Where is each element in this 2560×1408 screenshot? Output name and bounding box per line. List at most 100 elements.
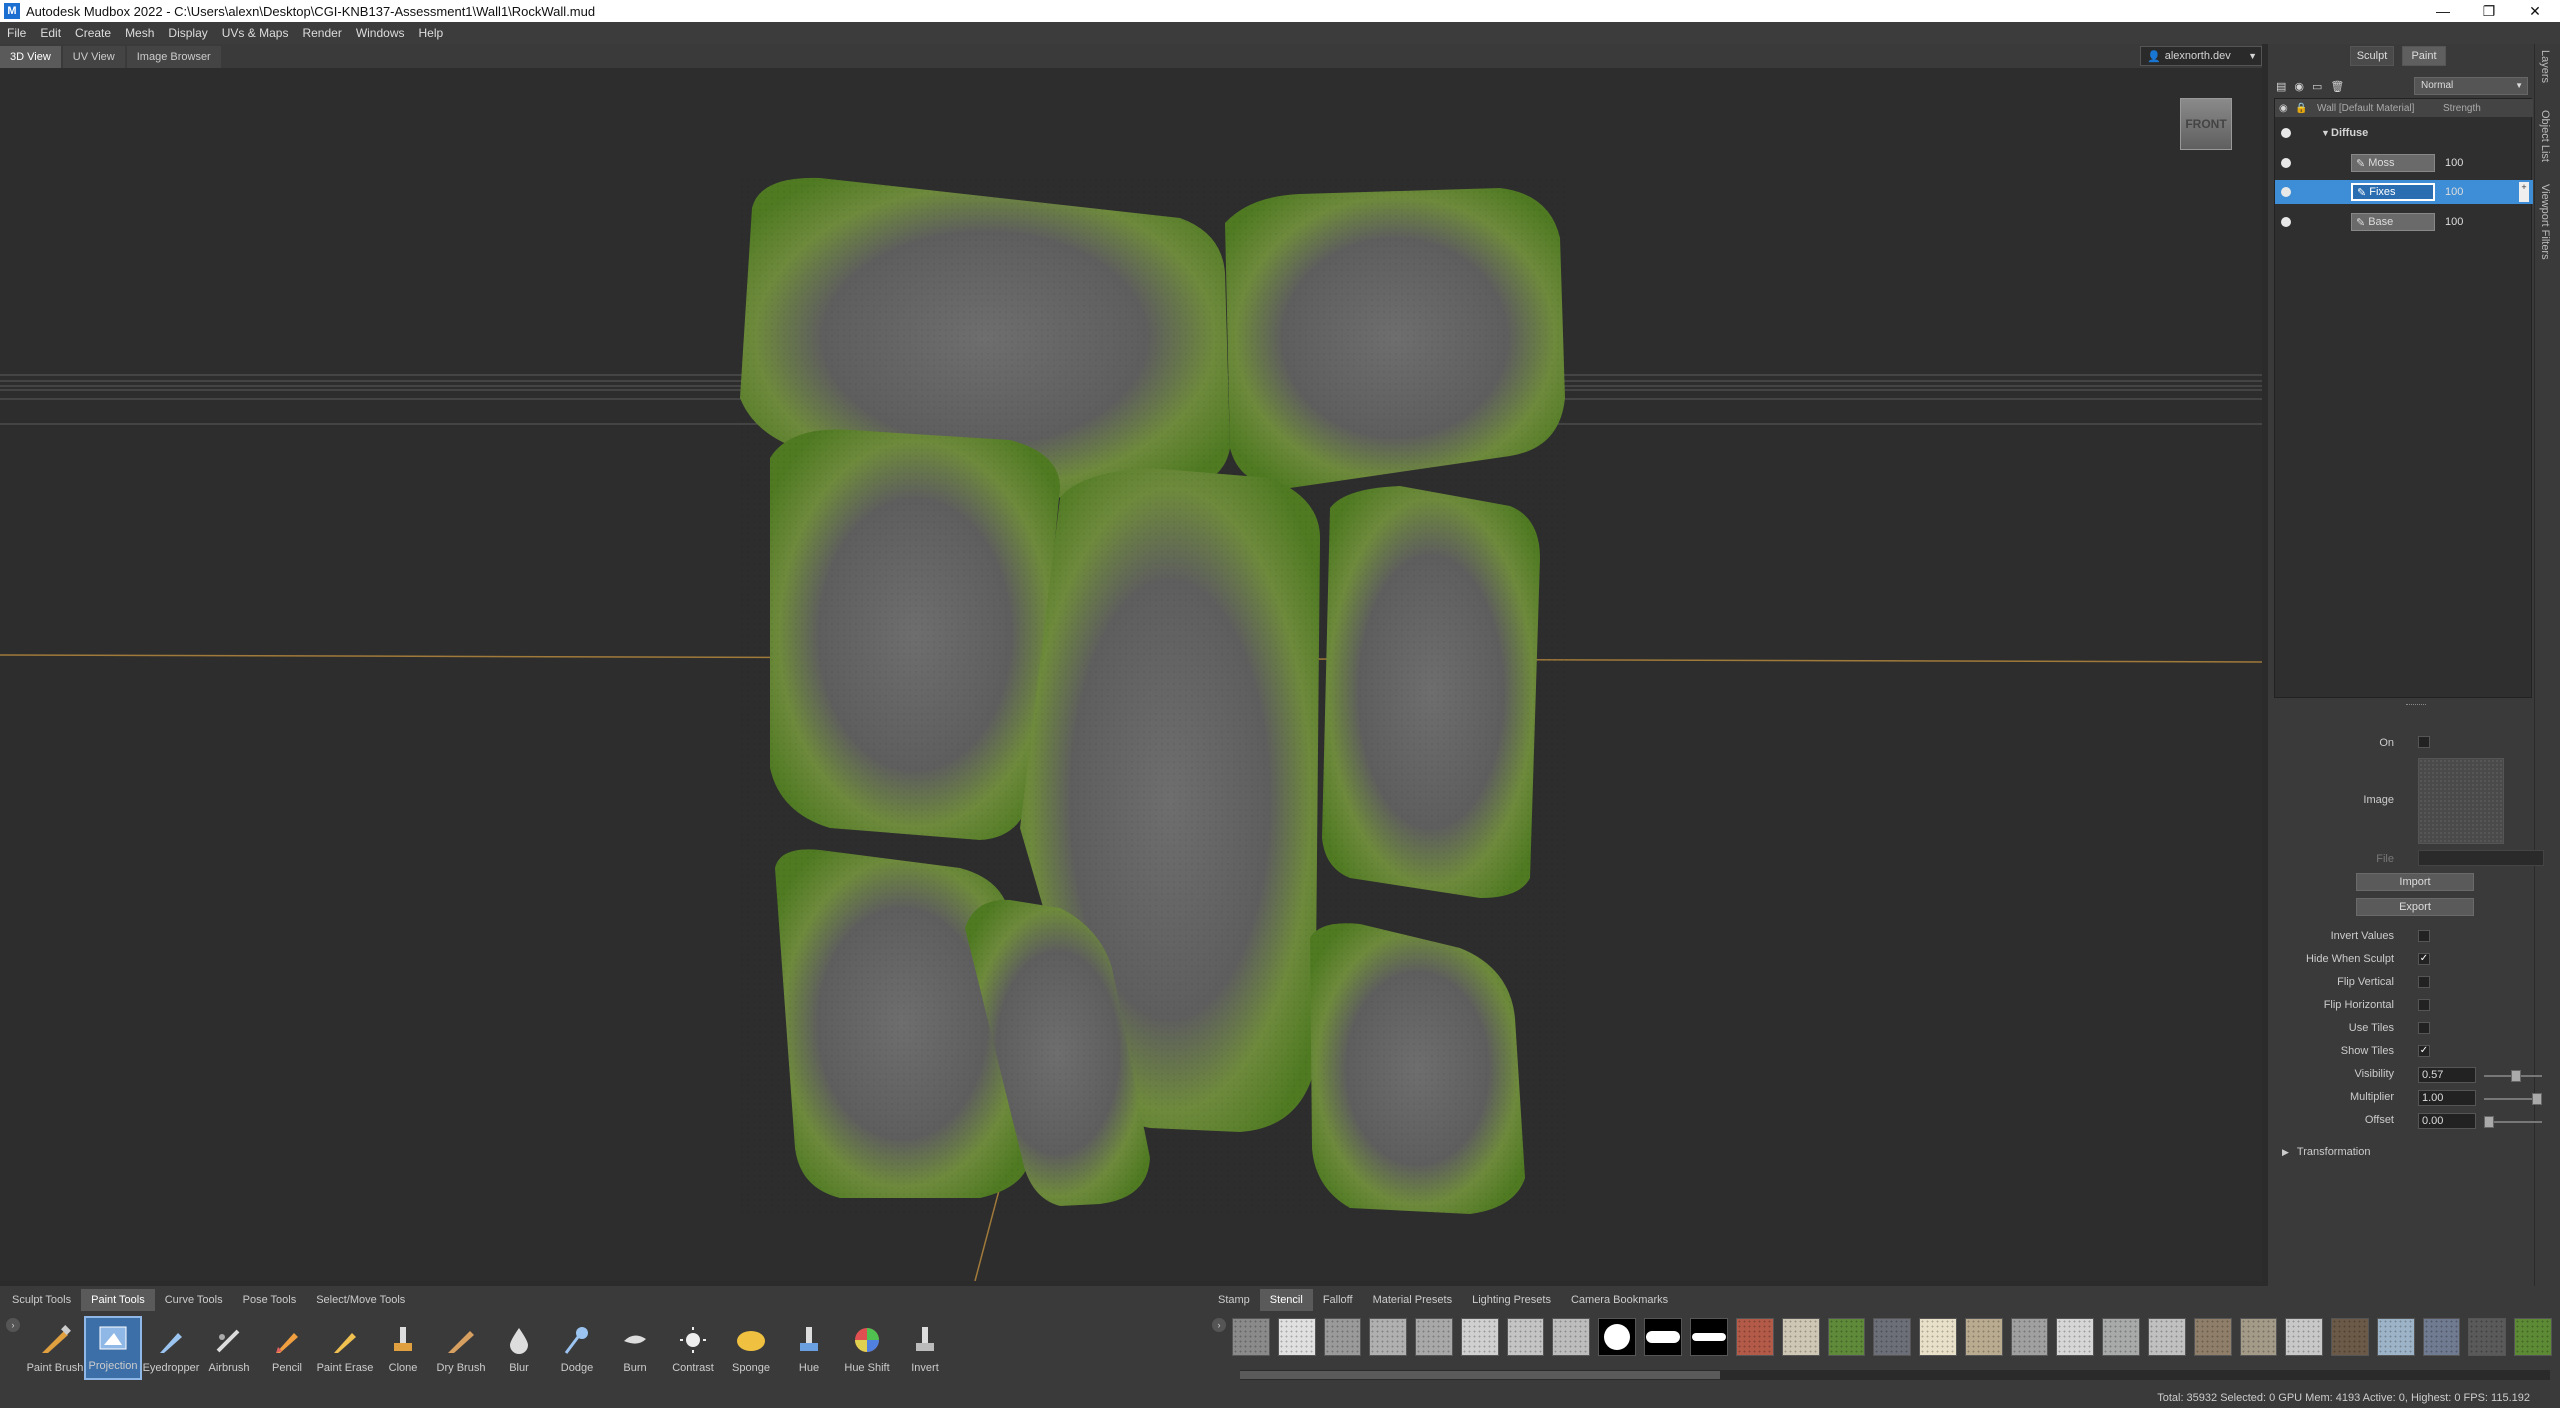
tab-material-presets[interactable]: Material Presets xyxy=(1363,1289,1462,1311)
close-icon[interactable]: ✕ xyxy=(2512,0,2558,22)
tool-hue[interactable]: Hue xyxy=(780,1316,838,1380)
menu-uvs-maps[interactable]: UVs & Maps xyxy=(215,26,296,40)
stencil-image-thumbnail[interactable] xyxy=(2418,758,2504,844)
stencil-swatch[interactable] xyxy=(2422,1318,2461,1356)
layer-strength[interactable]: 100 xyxy=(2445,186,2463,198)
slider-handle[interactable] xyxy=(2532,1093,2542,1105)
tool-burn[interactable]: Burn xyxy=(606,1316,664,1380)
tool-dry-brush[interactable]: Dry Brush xyxy=(432,1316,490,1380)
tool-contrast[interactable]: Contrast xyxy=(664,1316,722,1380)
side-tab-layers[interactable]: Layers xyxy=(2539,50,2551,83)
tab-paint-tools[interactable]: Paint Tools xyxy=(81,1289,155,1311)
tool-projection[interactable]: Projection xyxy=(84,1316,142,1380)
layer-row[interactable]: ✎ Base 100 xyxy=(2275,210,2533,234)
stencil-swatch[interactable] xyxy=(2193,1318,2232,1356)
tool-dodge[interactable]: Dodge xyxy=(548,1316,606,1380)
minimize-icon[interactable]: — xyxy=(2420,0,2466,22)
flip-horizontal-checkbox[interactable] xyxy=(2418,999,2430,1011)
visibility-dot-icon[interactable] xyxy=(2281,158,2291,168)
export-button[interactable]: Export xyxy=(2356,898,2474,916)
visibility-field[interactable]: 0.57 xyxy=(2418,1067,2476,1083)
visibility-icon[interactable]: ◉ xyxy=(2294,80,2304,93)
blend-mode-dropdown[interactable]: Normal ▼ xyxy=(2414,77,2528,95)
side-tab-object-list[interactable]: Object List xyxy=(2539,110,2551,162)
stencil-swatch[interactable] xyxy=(1277,1318,1316,1356)
menu-edit[interactable]: Edit xyxy=(33,26,68,40)
stencil-swatch[interactable] xyxy=(2010,1318,2049,1356)
stencil-swatch[interactable] xyxy=(2148,1318,2186,1356)
transformation-section[interactable]: ▶ Transformation xyxy=(2282,1146,2370,1158)
stencil-swatch[interactable] xyxy=(1232,1318,1270,1356)
tab-lighting-presets[interactable]: Lighting Presets xyxy=(1462,1289,1561,1311)
tab-falloff[interactable]: Falloff xyxy=(1313,1289,1363,1311)
tab-uv-view[interactable]: UV View xyxy=(62,46,125,68)
scrollbar-thumb[interactable] xyxy=(1240,1371,1720,1379)
tool-sponge[interactable]: Sponge xyxy=(722,1316,780,1380)
slider-handle[interactable] xyxy=(2511,1070,2522,1082)
tab-stencil[interactable]: Stencil xyxy=(1259,1289,1313,1311)
multiplier-slider[interactable] xyxy=(2484,1093,2542,1105)
menu-create[interactable]: Create xyxy=(68,26,118,40)
file-field[interactable] xyxy=(2418,850,2544,866)
group-expand-icon[interactable]: ▼ xyxy=(2321,128,2330,138)
tool-eyedropper[interactable]: Eyedropper xyxy=(142,1316,200,1380)
menu-file[interactable]: File xyxy=(0,26,33,40)
tool-paint-erase[interactable]: Paint Erase xyxy=(316,1316,374,1380)
layer-chip[interactable]: ✎ Base xyxy=(2351,213,2435,231)
stencil-swatch[interactable] xyxy=(1552,1318,1591,1356)
layer-scroll-icon[interactable]: + xyxy=(2519,182,2529,202)
tool-airbrush[interactable]: Airbrush xyxy=(200,1316,258,1380)
user-account-dropdown[interactable]: 👤 alexnorth.dev ▼ xyxy=(2140,46,2262,66)
stencil-swatch[interactable] xyxy=(2239,1318,2278,1356)
tray-scroll-left-icon[interactable]: › xyxy=(1212,1318,1226,1332)
layer-chip[interactable]: ✎ Fixes xyxy=(2351,183,2435,201)
tab-sculpt[interactable]: Sculpt xyxy=(2350,46,2394,66)
visibility-dot-icon[interactable] xyxy=(2281,217,2291,227)
menu-help[interactable]: Help xyxy=(412,26,451,40)
flip-vertical-checkbox[interactable] xyxy=(2418,976,2430,988)
slider-handle[interactable] xyxy=(2484,1116,2494,1128)
layer-row-selected[interactable]: ✎ Fixes 100 + xyxy=(2275,180,2533,204)
multiplier-field[interactable]: 1.00 xyxy=(2418,1090,2476,1106)
folder-icon[interactable]: ▭ xyxy=(2312,80,2322,93)
menu-windows[interactable]: Windows xyxy=(349,26,412,40)
invert-values-checkbox[interactable] xyxy=(2418,930,2430,942)
tool-invert[interactable]: Invert xyxy=(896,1316,954,1380)
stencil-swatch[interactable] xyxy=(2056,1318,2095,1356)
show-tiles-checkbox[interactable]: ✓ xyxy=(2418,1045,2430,1057)
tab-select-move-tools[interactable]: Select/Move Tools xyxy=(306,1289,415,1311)
layer-row[interactable]: ✎ Moss 100 xyxy=(2275,151,2533,175)
stencil-swatch[interactable] xyxy=(2376,1318,2415,1356)
tray-scrollbar[interactable] xyxy=(1240,1370,2550,1380)
layer-strength[interactable]: 100 xyxy=(2445,216,2463,228)
stencil-swatch[interactable] xyxy=(2102,1318,2141,1356)
offset-field[interactable]: 0.00 xyxy=(2418,1113,2476,1129)
stencil-swatch[interactable] xyxy=(1415,1318,1453,1356)
stencil-swatch[interactable] xyxy=(1506,1318,1545,1356)
visibility-dot-icon[interactable] xyxy=(2281,187,2291,197)
viewcube[interactable]: FRONT xyxy=(2180,98,2232,150)
eye-icon[interactable]: ◉ xyxy=(2279,103,2288,114)
tool-paint-brush[interactable]: Paint Brush xyxy=(26,1316,84,1380)
stencil-swatch[interactable] xyxy=(2468,1318,2507,1356)
stencil-swatch[interactable] xyxy=(1827,1318,1866,1356)
tool-clone[interactable]: Clone xyxy=(374,1316,432,1380)
tool-pencil[interactable]: Pencil xyxy=(258,1316,316,1380)
stencil-swatch[interactable] xyxy=(1736,1318,1774,1356)
stencil-swatch[interactable] xyxy=(1964,1318,2003,1356)
stencil-swatch[interactable] xyxy=(2514,1318,2552,1356)
stencil-swatch[interactable] xyxy=(1873,1318,1912,1356)
lock-icon[interactable]: 🔒 xyxy=(2295,103,2307,114)
use-tiles-checkbox[interactable] xyxy=(2418,1022,2430,1034)
tool-blur[interactable]: Blur xyxy=(490,1316,548,1380)
stencil-swatch[interactable] xyxy=(1598,1318,1637,1356)
offset-slider[interactable] xyxy=(2484,1116,2542,1128)
menu-display[interactable]: Display xyxy=(161,26,214,40)
material-row[interactable]: ◉ 🔒 Wall [Default Material] Strength xyxy=(2275,99,2533,117)
tab-3d-view[interactable]: 3D View xyxy=(0,46,61,68)
layer-strength[interactable]: 100 xyxy=(2445,157,2463,169)
on-checkbox[interactable] xyxy=(2418,736,2430,748)
hide-when-sculpt-checkbox[interactable]: ✓ xyxy=(2418,953,2430,965)
stencil-swatch[interactable] xyxy=(2285,1318,2324,1356)
layer-group-diffuse[interactable]: ▼ Diffuse xyxy=(2275,121,2533,145)
